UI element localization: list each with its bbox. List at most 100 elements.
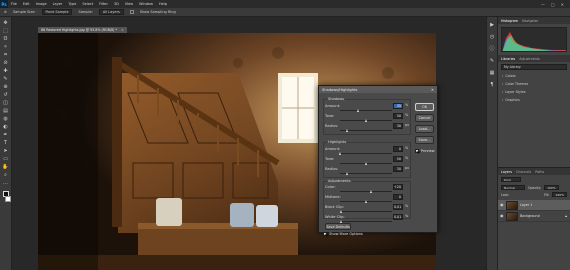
type-icon[interactable]: T (2, 140, 9, 146)
lasso-icon[interactable]: ʘ (2, 36, 9, 42)
value-input[interactable]: 30 (393, 166, 403, 172)
eyedropper-icon[interactable]: ⊘ (2, 60, 9, 66)
slider-handle[interactable] (339, 220, 342, 223)
crop-icon[interactable]: ⌗ (2, 52, 9, 58)
tab-libraries[interactable]: Libraries (501, 57, 515, 61)
shape-icon[interactable]: ▭ (2, 156, 9, 162)
value-input[interactable]: 0.01 (393, 214, 403, 220)
library-item[interactable]: › Color Themes (498, 80, 570, 88)
value-input[interactable]: 0.01 (393, 204, 403, 210)
marquee-icon[interactable]: ⬚ (2, 28, 9, 34)
maximize-icon[interactable]: □ (551, 2, 555, 7)
sample-layers-select[interactable]: All Layers (98, 9, 124, 15)
info-icon[interactable]: ⓘ (489, 45, 496, 52)
menu-file[interactable]: File (8, 2, 20, 6)
quick-select-icon[interactable]: ✧ (2, 44, 9, 50)
value-input[interactable]: 0 (393, 146, 403, 152)
show-ring-checkbox[interactable] (129, 10, 134, 14)
menu-filter[interactable]: Filter (96, 2, 111, 6)
menu-edit[interactable]: Edit (20, 2, 33, 6)
menu-select[interactable]: Select (79, 2, 96, 6)
slider-handle[interactable] (338, 152, 341, 155)
menu-type[interactable]: Type (65, 2, 79, 6)
value-input[interactable]: 0 (393, 194, 403, 200)
brush-settings-icon[interactable]: ✎ (489, 57, 496, 64)
slider-track[interactable] (340, 221, 392, 222)
slider-track[interactable] (340, 153, 392, 154)
move-icon[interactable]: ✥ (2, 20, 9, 26)
value-input[interactable]: 50 (393, 156, 403, 162)
eye-icon[interactable]: ◉ (500, 214, 504, 218)
path-select-icon[interactable]: ➤ (2, 148, 9, 154)
close-window-icon[interactable]: ✕ (561, 2, 564, 7)
slider-handle[interactable] (364, 162, 367, 165)
save-defaults-button[interactable]: Save Defaults (325, 223, 351, 230)
tab-histogram[interactable]: Histogram (501, 19, 518, 23)
slider-track[interactable] (340, 110, 392, 111)
library-select[interactable]: My Library (501, 64, 567, 70)
fill-input[interactable]: 100% (552, 192, 567, 197)
slider-handle[interactable] (364, 200, 367, 203)
tab-paths[interactable]: Paths (535, 170, 544, 174)
close-icon[interactable]: ✕ (431, 88, 434, 92)
preview-checkbox[interactable] (415, 149, 419, 153)
blur-icon[interactable]: ◍ (2, 116, 9, 122)
library-item[interactable]: › Colors (498, 72, 570, 80)
dialog-titlebar[interactable]: Shadows/Highlights ✕ (319, 86, 437, 93)
menu-view[interactable]: View (122, 2, 136, 6)
hand-icon[interactable]: ✋ (2, 164, 9, 170)
zoom-icon[interactable]: ⌕ (2, 172, 9, 178)
value-input[interactable]: 50 (393, 113, 403, 119)
slider-track[interactable] (340, 191, 392, 192)
save-button[interactable]: Save... (415, 136, 434, 144)
menu-window[interactable]: Window (136, 2, 156, 6)
tab-layers[interactable]: Layers (501, 170, 512, 174)
eye-icon[interactable]: ◉ (500, 203, 504, 207)
play-icon[interactable]: ▶ (489, 21, 496, 28)
brush-icon[interactable]: ✎ (2, 76, 9, 82)
stamp-icon[interactable]: ⊕ (2, 84, 9, 90)
slider-track[interactable] (340, 211, 392, 212)
slider-handle[interactable] (339, 210, 342, 213)
value-input[interactable]: +20 (393, 184, 403, 190)
menu-image[interactable]: Image (33, 2, 50, 6)
slider-handle[interactable] (346, 172, 349, 175)
tab-navigator[interactable]: Navigator (522, 19, 538, 23)
tab-adjustments[interactable]: Adjustments (519, 57, 540, 61)
menu-help[interactable]: Help (156, 2, 170, 6)
preview-option[interactable]: Preview (415, 149, 435, 153)
tab-channels[interactable]: Channels (516, 170, 531, 174)
slider-handle[interactable] (356, 109, 359, 112)
eraser-icon[interactable]: ◫ (2, 100, 9, 106)
library-item[interactable]: › Layer Styles (498, 88, 570, 96)
close-tab-icon[interactable]: × (121, 28, 124, 32)
value-input[interactable]: 35 (393, 103, 403, 109)
dodge-icon[interactable]: ◐ (2, 124, 9, 130)
value-input[interactable]: 30 (393, 123, 403, 129)
swatches-icon[interactable]: ▦ (489, 69, 496, 76)
sample-size-select[interactable]: Point Sample (41, 9, 73, 15)
history-icon[interactable]: ◷ (489, 33, 496, 40)
pen-icon[interactable]: ✒ (2, 132, 9, 138)
slider-handle[interactable] (364, 119, 367, 122)
healing-icon[interactable]: ✚ (2, 68, 9, 74)
slider-handle[interactable] (346, 129, 349, 132)
minimize-icon[interactable]: — (541, 2, 545, 7)
background-color-swatch[interactable] (5, 196, 11, 202)
eyedropper-icon[interactable]: ⊘ (4, 10, 7, 14)
load-button[interactable]: Load... (415, 125, 434, 133)
library-item[interactable]: › Graphics (498, 96, 570, 104)
more-icon[interactable]: … (2, 180, 9, 186)
layer-row[interactable]: ◉ Background 🔒︎ (498, 211, 570, 222)
cancel-button[interactable]: Cancel (415, 114, 434, 122)
gradient-icon[interactable]: ▤ (2, 108, 9, 114)
layer-row[interactable]: ◉ Layer 1 (498, 200, 570, 211)
slider-handle[interactable] (369, 190, 372, 193)
menu-layer[interactable]: Layer (50, 2, 66, 6)
history-brush-icon[interactable]: ↺ (2, 92, 9, 98)
layer-filter-select[interactable]: Kind (501, 177, 521, 182)
opacity-input[interactable]: 100% (544, 185, 559, 190)
blend-mode-select[interactable]: Normal (501, 185, 525, 190)
paragraph-icon[interactable]: ¶ (489, 81, 496, 88)
ok-button[interactable]: OK (415, 103, 434, 111)
